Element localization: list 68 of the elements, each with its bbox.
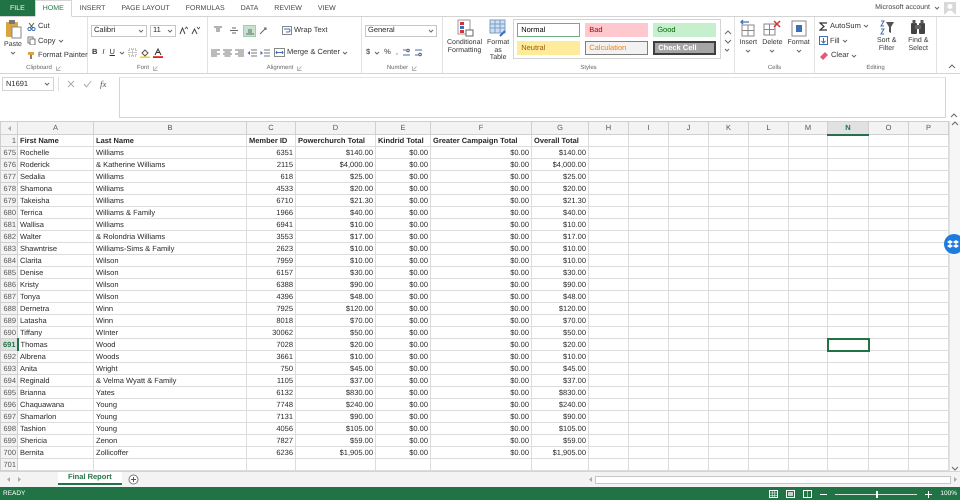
page-break-icon[interactable] <box>803 490 812 498</box>
caret-icon <box>138 28 144 32</box>
horizontal-scrollbar[interactable] <box>595 476 951 484</box>
caret-icon <box>745 48 752 53</box>
caret-icon <box>10 50 16 55</box>
zoom-in-icon[interactable] <box>925 490 932 498</box>
caret-icon <box>167 28 173 32</box>
scroll-down-icon[interactable] <box>951 466 959 471</box>
collapse-ribbon-icon[interactable] <box>948 64 956 69</box>
table-icon <box>456 19 474 37</box>
align-bottom-button[interactable] <box>243 24 256 37</box>
page-layout-icon[interactable] <box>786 490 796 498</box>
insert-function-button[interactable]: fx <box>100 78 106 90</box>
align-left-icon[interactable] <box>211 48 220 57</box>
slider-thumb[interactable] <box>876 490 878 498</box>
align-right-icon[interactable] <box>235 48 244 57</box>
caret-icon <box>796 48 802 53</box>
insert-cells-icon <box>739 19 758 37</box>
caret-icon[interactable] <box>118 50 125 54</box>
borders-icon[interactable] <box>128 48 137 57</box>
copy-icon <box>27 36 36 46</box>
selected-cell[interactable] <box>828 338 868 350</box>
normal-view-icon[interactable] <box>769 490 778 498</box>
caret-icon <box>842 38 848 43</box>
caret-icon <box>44 82 50 86</box>
font-color-icon[interactable] <box>152 48 163 58</box>
caret-icon <box>862 24 869 28</box>
caret-icon <box>428 28 434 33</box>
eraser-icon <box>819 51 829 60</box>
sigma-icon <box>819 22 828 31</box>
brush-icon <box>27 51 36 60</box>
caret-icon <box>58 38 64 43</box>
dialog-launcher-icon[interactable] <box>153 66 158 70</box>
delete-cells-icon <box>763 19 782 37</box>
decrease-indent-icon[interactable] <box>247 48 257 57</box>
dialog-launcher-icon[interactable] <box>56 66 61 70</box>
clipboard-icon <box>4 19 22 39</box>
dialog-launcher-icon[interactable] <box>297 66 302 70</box>
caret-icon <box>850 54 857 58</box>
increase-indent-icon[interactable] <box>260 48 270 57</box>
caret-icon[interactable] <box>934 6 940 10</box>
scroll-up-icon[interactable] <box>951 121 959 126</box>
scroll-up-icon[interactable] <box>724 30 732 35</box>
formula-input[interactable] <box>118 77 946 118</box>
align-middle-icon <box>228 26 238 36</box>
caret-icon[interactable] <box>374 50 380 55</box>
sort-filter-icon <box>878 19 895 35</box>
increase-decimal-icon[interactable] <box>402 48 411 58</box>
table-icon <box>489 19 508 37</box>
format-cells-icon <box>790 19 808 37</box>
new-sheet-icon[interactable] <box>128 474 139 485</box>
scroll-down-icon[interactable] <box>724 39 732 44</box>
decrease-decimal-icon[interactable] <box>414 48 423 58</box>
dialog-launcher-icon[interactable] <box>412 66 418 70</box>
scissors-icon <box>27 22 36 31</box>
floating-badge-icon[interactable] <box>944 234 960 254</box>
grow-font-icon[interactable] <box>179 26 188 35</box>
more-styles-icon[interactable] <box>724 48 730 52</box>
collapse-formula-icon[interactable] <box>950 113 958 118</box>
align-center-icon[interactable] <box>223 48 232 57</box>
wrap-text-icon <box>282 26 292 36</box>
caret-icon <box>342 50 348 55</box>
caret-icon <box>769 48 776 53</box>
fill-down-icon <box>819 36 828 46</box>
merge-icon <box>274 48 285 58</box>
binoculars-icon <box>910 19 926 35</box>
fill-color-icon[interactable] <box>140 48 150 58</box>
shrink-font-icon[interactable] <box>191 26 200 35</box>
